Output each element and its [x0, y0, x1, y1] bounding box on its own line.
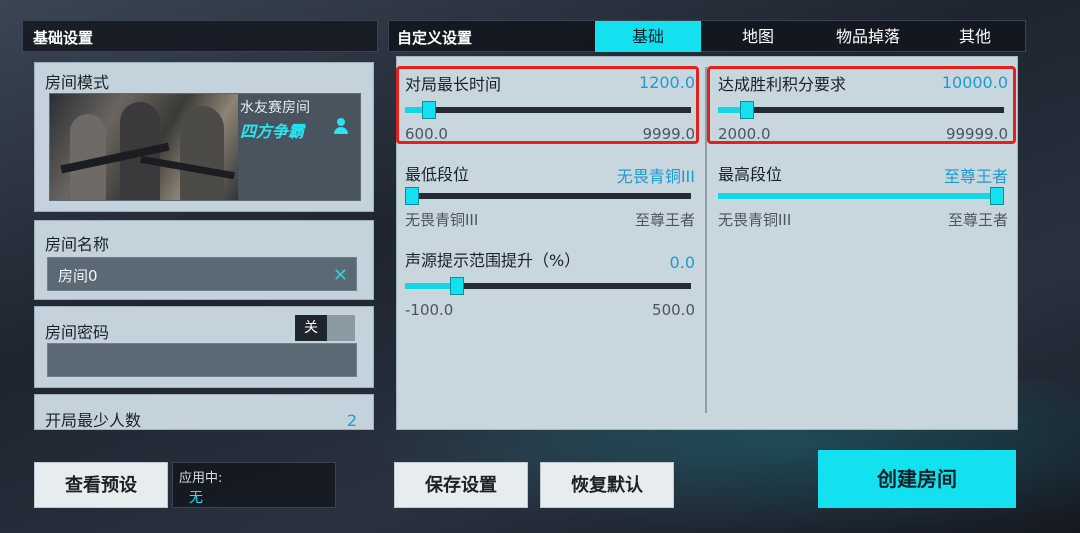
setting-min-rank: 最低段位 无畏青铜III 无畏青铜III 至尊王者 [405, 161, 695, 241]
setting-sound-range: 声源提示范围提升（%） 0.0 -100.0 500.0 [405, 247, 695, 327]
applying-label: 应用中: [179, 471, 223, 486]
setting-value: 至尊王者 [943, 167, 1008, 186]
slider-min: 无畏青铜III [718, 211, 792, 229]
min-players-card[interactable]: 开局最少人数 2 [34, 394, 374, 430]
min-players-value: 2 [346, 411, 357, 430]
custom-settings-header: 自定义设置 基础 地图 物品掉落 其他 [388, 20, 1026, 52]
room-name-card: 房间名称 房间0 ✕ [34, 220, 374, 300]
room-password-card: 房间密码 关 [34, 306, 374, 388]
basic-settings-header: 基础设置 [22, 20, 378, 52]
room-mode-subtitle: 水友赛房间 [240, 100, 310, 116]
basic-settings-title: 基础设置 [33, 29, 94, 47]
restore-defaults-button[interactable]: 恢复默认 [540, 462, 674, 508]
slider-fill [405, 283, 453, 289]
highlight-box [396, 66, 699, 144]
save-settings-button[interactable]: 保存设置 [394, 462, 528, 508]
slider-thumb[interactable] [405, 187, 419, 205]
password-toggle-knob: 关 [295, 315, 327, 341]
tab-other[interactable]: 其他 [925, 21, 1025, 52]
slider-track[interactable] [718, 187, 1004, 205]
room-mode-card[interactable]: 房间模式 水友赛房间 四方争霸 [34, 62, 374, 212]
slider-max: 至尊王者 [947, 211, 1008, 229]
applying-value: 无 [189, 490, 203, 506]
slider-max: 500.0 [652, 301, 695, 319]
setting-value: 无畏青铜III [616, 167, 695, 186]
slider-thumb[interactable] [450, 277, 465, 295]
slider-thumb[interactable] [990, 187, 1004, 205]
room-name-label: 房间名称 [45, 235, 110, 254]
setting-max-rank: 最高段位 至尊王者 无畏青铜III 至尊王者 [718, 161, 1008, 241]
slider-min: 无畏青铜III [405, 211, 479, 229]
clear-icon[interactable]: ✕ [333, 265, 348, 286]
tab-map[interactable]: 地图 [705, 21, 811, 52]
slider-track[interactable] [405, 187, 691, 205]
slider-max: 至尊王者 [634, 211, 695, 229]
room-mode-label: 房间模式 [45, 73, 110, 92]
setting-label: 最高段位 [718, 165, 783, 184]
room-password-label: 房间密码 [45, 323, 110, 342]
create-room-button[interactable]: 创建房间 [818, 450, 1016, 508]
room-password-input[interactable] [47, 343, 357, 377]
room-mode-name: 四方争霸 [240, 122, 305, 141]
setting-value: 0.0 [669, 253, 695, 272]
slider-min: -100.0 [405, 301, 454, 319]
person-icon [333, 118, 349, 134]
tab-item-drop[interactable]: 物品掉落 [813, 21, 923, 52]
custom-settings-title: 自定义设置 [397, 29, 473, 47]
setting-label: 最低段位 [405, 165, 470, 184]
tab-basic[interactable]: 基础 [595, 21, 701, 52]
setting-label: 声源提示范围提升（%） [405, 251, 581, 270]
view-presets-button[interactable]: 查看预设 [34, 462, 168, 508]
room-name-input[interactable]: 房间0 ✕ [47, 257, 357, 291]
characters-artwork [50, 94, 238, 200]
slider-fill [718, 193, 1004, 199]
min-players-label: 开局最少人数 [45, 411, 142, 430]
password-toggle[interactable]: 关 [295, 315, 355, 341]
room-name-value: 房间0 [58, 267, 98, 285]
room-mode-image[interactable]: 水友赛房间 四方争霸 [49, 93, 361, 201]
slider-track[interactable] [405, 277, 691, 295]
highlight-box [707, 66, 1016, 144]
applying-preset-display: 应用中: 无 [172, 462, 336, 508]
